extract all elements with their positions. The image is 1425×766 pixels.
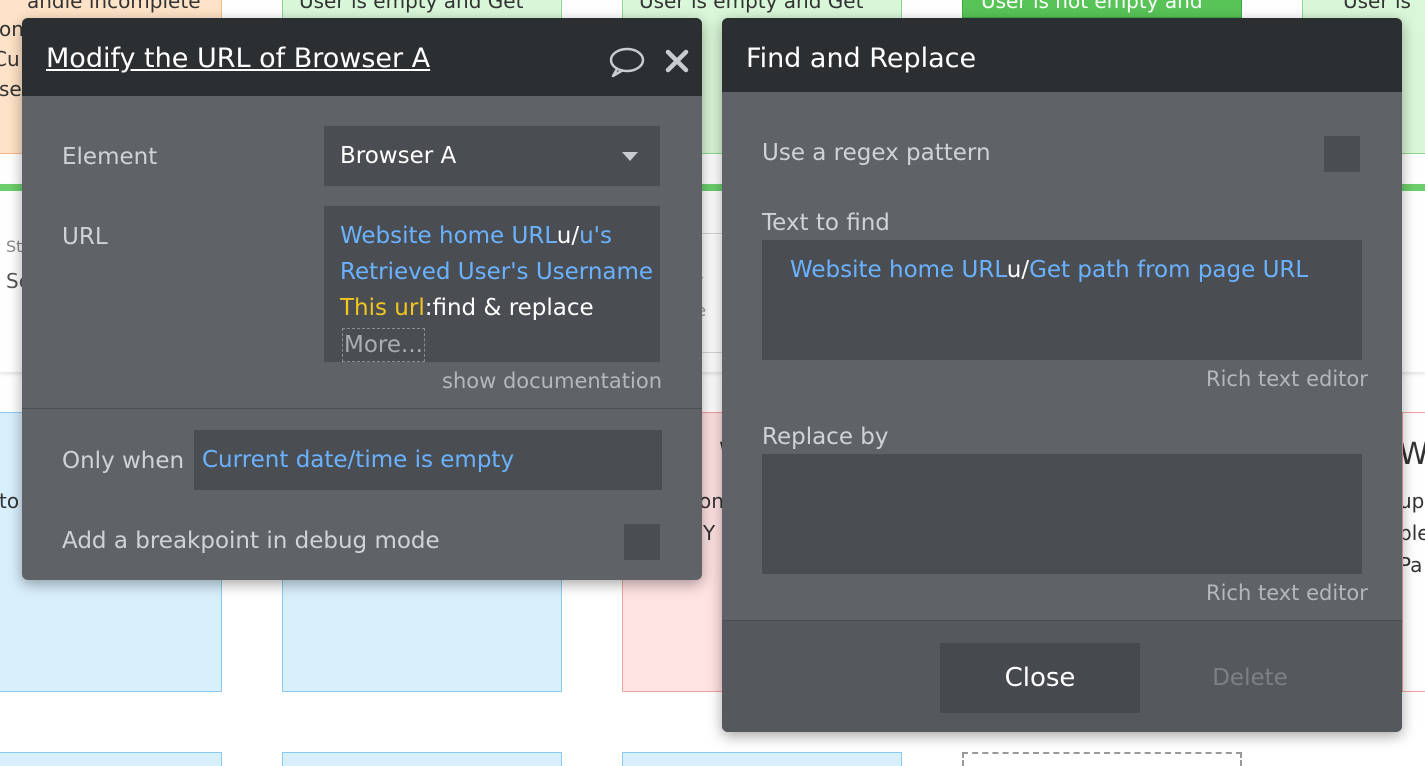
regex-label: Use a regex pattern bbox=[762, 140, 991, 166]
workflow-card-green-active[interactable]: User is not empty and bbox=[962, 0, 1242, 18]
only-when-condition-field[interactable]: Current date/time is empty bbox=[194, 430, 662, 490]
url-expression-line: Website home URLu/u's bbox=[340, 218, 612, 254]
dynamic-expression[interactable]: Get path from page URL bbox=[1029, 257, 1308, 283]
workflow-card-blue[interactable] bbox=[282, 752, 562, 766]
rich-text-editor-link[interactable]: Rich text editor bbox=[1206, 365, 1368, 393]
rich-text-editor-link[interactable]: Rich text editor bbox=[1206, 579, 1368, 607]
find-replace-panel: Find and Replace Use a regex pattern Tex… bbox=[722, 18, 1402, 732]
strip-text: St bbox=[6, 237, 23, 256]
dynamic-expression[interactable]: Retrieved User's Username bbox=[340, 259, 653, 285]
card-text: User is empty and Get bbox=[299, 0, 524, 13]
divider bbox=[22, 408, 702, 409]
data-source-expression[interactable]: This url bbox=[340, 295, 425, 321]
panel-title[interactable]: Modify the URL of Browser A bbox=[46, 41, 430, 77]
breakpoint-checkbox[interactable] bbox=[624, 524, 660, 560]
element-label: Element bbox=[62, 144, 158, 170]
card-text: W bbox=[1403, 440, 1425, 470]
caret-down-icon bbox=[622, 152, 638, 161]
comment-icon[interactable] bbox=[608, 45, 646, 79]
element-dropdown-value: Browser A bbox=[340, 143, 457, 169]
card-text: User is not empty and bbox=[981, 0, 1203, 13]
url-expression-line: Retrieved User's Username bbox=[340, 254, 653, 290]
card-text: Cu bbox=[0, 47, 20, 71]
delete-button[interactable]: Delete bbox=[1200, 643, 1300, 713]
regex-checkbox[interactable] bbox=[1324, 136, 1360, 172]
element-dropdown[interactable]: Browser A bbox=[324, 126, 660, 186]
card-text: Y bbox=[703, 521, 716, 545]
static-text: u/ bbox=[1006, 257, 1030, 283]
dynamic-expression[interactable]: Website home URL bbox=[790, 257, 1007, 283]
show-documentation-link[interactable]: show documentation bbox=[442, 367, 662, 395]
text-to-find-label: Text to find bbox=[762, 210, 890, 236]
card-text: ble bbox=[1403, 521, 1425, 545]
only-when-label: Only when bbox=[62, 448, 185, 474]
breakpoint-label: Add a breakpoint in debug mode bbox=[62, 528, 440, 554]
close-icon[interactable] bbox=[664, 48, 690, 74]
text-to-find-expression: Website home URLu/Get path from page URL bbox=[790, 252, 1308, 288]
replace-by-label: Replace by bbox=[762, 424, 889, 450]
url-expression-field[interactable]: Website home URLu/u's Retrieved User's U… bbox=[324, 206, 660, 362]
card-text: User is empty and Get bbox=[639, 0, 864, 13]
dynamic-expression[interactable]: u's bbox=[579, 223, 612, 249]
workflow-card-blue[interactable] bbox=[0, 752, 222, 766]
action-properties-panel: Modify the URL of Browser A Element Brow… bbox=[22, 18, 702, 580]
card-text: User is bbox=[1343, 0, 1411, 13]
panel-footer: Close Delete bbox=[722, 620, 1402, 732]
operator-expression[interactable]: :find & replace bbox=[425, 295, 594, 321]
dynamic-expression[interactable]: Website home URL bbox=[340, 223, 557, 249]
panel-header: Modify the URL of Browser A bbox=[22, 18, 702, 96]
dynamic-expression[interactable]: Current date/time is empty bbox=[202, 444, 514, 476]
panel-title: Find and Replace bbox=[746, 43, 977, 74]
card-text: on bbox=[699, 489, 724, 513]
card-text: up bbox=[1403, 489, 1425, 513]
static-text: u/ bbox=[556, 223, 580, 249]
url-expression-line: This url:find & replace bbox=[340, 290, 594, 326]
replace-by-field[interactable] bbox=[762, 454, 1362, 574]
url-label: URL bbox=[62, 224, 108, 250]
workflow-card-blue[interactable] bbox=[622, 752, 902, 766]
card-text: to bbox=[0, 489, 20, 513]
text-to-find-field[interactable]: Website home URLu/Get path from page URL bbox=[762, 240, 1362, 360]
workflow-card-partial[interactable]: W up ble Pa bbox=[1402, 412, 1425, 692]
workflow-card-placeholder[interactable] bbox=[962, 752, 1242, 766]
card-text: Pa bbox=[1403, 553, 1423, 577]
card-text: andle incomplete bbox=[27, 0, 201, 13]
close-button[interactable]: Close bbox=[940, 643, 1140, 713]
more-button[interactable]: More... bbox=[342, 328, 425, 362]
panel-header: Find and Replace bbox=[722, 18, 1402, 92]
